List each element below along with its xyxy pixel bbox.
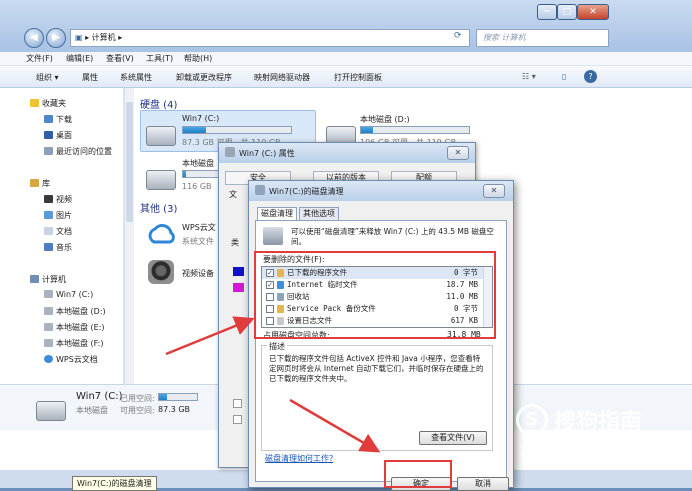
arrow-to-list: [165, 316, 255, 356]
watermark-url: zhinan.sogou.com: [520, 444, 639, 459]
watermark-brand: 搜狗指南: [554, 410, 643, 435]
sogou-logo-icon: S: [516, 404, 548, 436]
arrow-to-ok: [289, 398, 381, 453]
watermark: S 搜狗指南 zhinan.sogou.com: [512, 398, 682, 468]
